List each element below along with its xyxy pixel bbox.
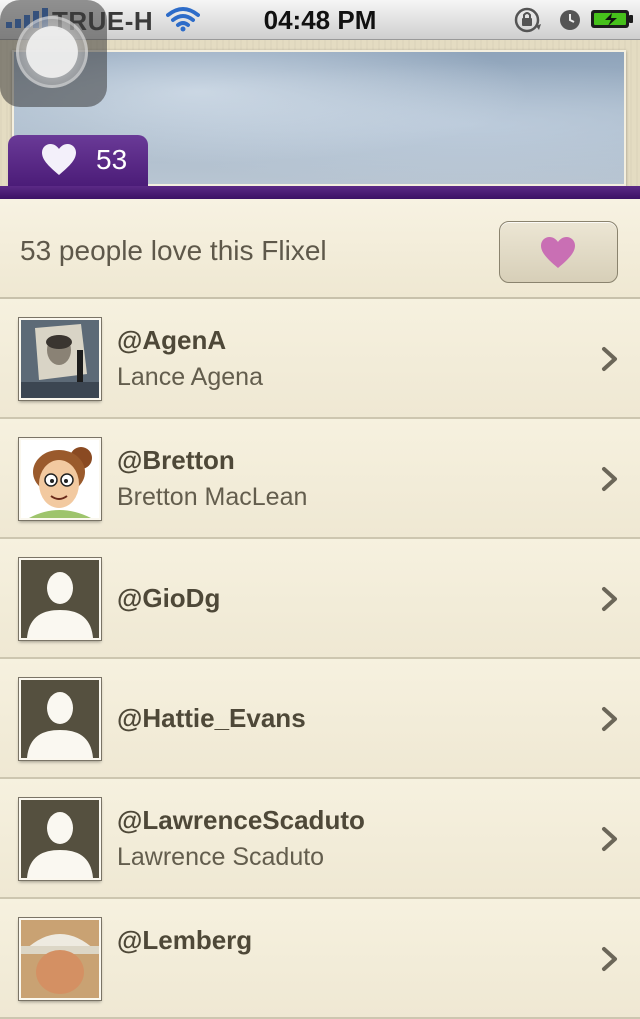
avatar: [19, 798, 101, 880]
list-item[interactable]: @Lemberg: [0, 899, 640, 1019]
avatar: [19, 678, 101, 760]
likes-summary: 53 people love this Flixel: [0, 199, 640, 299]
likes-tab[interactable]: 53: [8, 135, 148, 186]
chevron-right-icon: [602, 827, 617, 851]
user-handle: @Bretton: [117, 445, 235, 475]
list-item[interactable]: @Bretton Bretton MacLean: [0, 419, 640, 539]
chevron-right-icon: [602, 347, 617, 371]
rotation-lock-icon: [514, 7, 541, 33]
avatar: [19, 318, 101, 400]
user-handle: @GioDg: [117, 583, 221, 613]
avatar: [19, 918, 101, 1000]
heart-icon: [42, 144, 76, 175]
love-button[interactable]: [499, 221, 618, 283]
user-full-name: Bretton MacLean: [117, 483, 308, 511]
person-silhouette-icon: [21, 800, 99, 878]
chevron-right-icon: [602, 707, 617, 731]
chevron-right-icon: [602, 587, 617, 611]
person-silhouette-icon: [21, 680, 99, 758]
avatar: [19, 438, 101, 520]
user-full-name: Lance Agena: [117, 363, 263, 391]
chevron-right-icon: [602, 467, 617, 491]
heart-icon: [541, 237, 575, 268]
list-item[interactable]: @LawrenceScaduto Lawrence Scaduto: [0, 779, 640, 899]
user-handle: @Hattie_Evans: [117, 703, 306, 733]
chevron-right-icon: [602, 947, 617, 971]
alarm-clock-icon: [560, 10, 580, 30]
likes-count: 53: [96, 144, 128, 175]
header-divider: [0, 186, 640, 199]
user-list: @AgenA Lance Agena @Bretton Bretton MacL…: [0, 299, 640, 1019]
assistive-touch-icon: [16, 16, 88, 88]
battery-charging-icon: [591, 10, 633, 28]
avatar: [19, 558, 101, 640]
list-item[interactable]: @AgenA Lance Agena: [0, 299, 640, 419]
likes-summary-text: 53 people love this Flixel: [20, 235, 327, 266]
user-handle: @Lemberg: [117, 925, 253, 955]
assistive-touch-button[interactable]: [0, 0, 107, 107]
person-silhouette-icon: [21, 560, 99, 638]
user-handle: @LawrenceScaduto: [117, 805, 365, 835]
list-item[interactable]: @GioDg: [0, 539, 640, 659]
user-full-name: Lawrence Scaduto: [117, 843, 325, 871]
user-handle: @AgenA: [117, 325, 227, 355]
list-item[interactable]: @Hattie_Evans: [0, 659, 640, 779]
